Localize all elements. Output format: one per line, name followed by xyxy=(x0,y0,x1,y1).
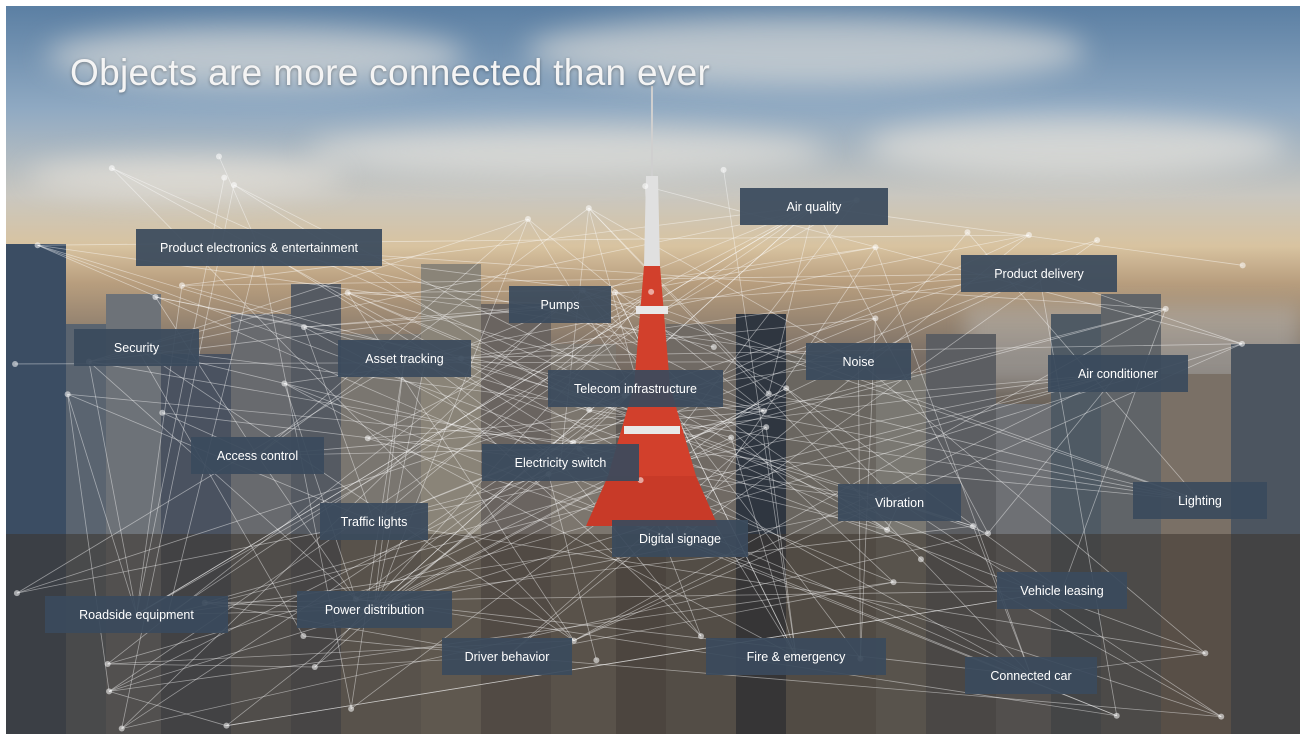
network-node xyxy=(1202,650,1209,657)
network-node xyxy=(985,530,992,537)
network-line xyxy=(88,361,137,615)
slide-title: Objects are more connected than ever xyxy=(70,52,711,93)
network-node xyxy=(300,633,307,640)
network-node xyxy=(760,407,767,414)
network-line xyxy=(1061,308,1167,591)
network-node xyxy=(783,385,790,392)
network-line xyxy=(37,244,974,527)
network-node xyxy=(1239,340,1246,347)
network-node xyxy=(13,590,20,597)
network-node xyxy=(763,424,770,431)
network-node xyxy=(12,360,19,367)
network-node xyxy=(108,165,115,172)
label-fire-emergency: Fire & emergency xyxy=(706,638,886,675)
network-line xyxy=(204,479,641,604)
label-air-quality: Air quality xyxy=(740,188,888,225)
network-node xyxy=(872,244,879,251)
network-node xyxy=(720,166,727,173)
network-node xyxy=(178,282,185,289)
network-line xyxy=(374,473,549,610)
network-node xyxy=(34,242,41,249)
label-traffic-lights: Traffic lights xyxy=(320,503,428,540)
label-roadside-equipment: Roadside equipment xyxy=(45,596,228,633)
network-node xyxy=(642,183,649,190)
label-access-control: Access control xyxy=(191,437,324,474)
network-node xyxy=(221,174,228,181)
network-node xyxy=(311,664,318,671)
network-node xyxy=(586,406,593,413)
label-lighting: Lighting xyxy=(1133,482,1267,519)
network-node xyxy=(612,289,619,296)
network-node xyxy=(281,380,288,387)
label-digital-signage: Digital signage xyxy=(612,520,748,557)
network-line xyxy=(588,207,769,394)
label-telecom-infrastructure: Telecom infrastructure xyxy=(548,370,723,407)
label-security: Security xyxy=(74,329,199,366)
network-node xyxy=(104,660,111,667)
network-node xyxy=(593,657,600,664)
network-line xyxy=(107,663,315,668)
label-power-distribution: Power distribution xyxy=(297,591,452,628)
network-line xyxy=(373,206,815,608)
label-product-delivery: Product delivery xyxy=(961,255,1117,292)
network-node xyxy=(710,343,717,350)
network-node xyxy=(524,216,531,223)
network-node xyxy=(215,153,222,160)
network-node xyxy=(152,294,159,301)
network-node xyxy=(106,688,113,695)
label-product-electronics: Product electronics & entertainment xyxy=(136,229,382,266)
label-vibration: Vibration xyxy=(838,484,961,521)
network-node xyxy=(223,722,230,729)
network-node xyxy=(872,315,879,322)
network-node xyxy=(964,229,971,236)
network-line xyxy=(67,394,137,615)
network-line xyxy=(155,296,305,328)
network-line xyxy=(88,361,357,600)
network-node xyxy=(348,705,355,712)
network-node xyxy=(765,390,772,397)
network-node xyxy=(1113,712,1120,719)
label-air-conditioner: Air conditioner xyxy=(1048,355,1188,392)
label-connected-car: Connected car xyxy=(965,657,1097,694)
network-line xyxy=(373,387,787,608)
network-node xyxy=(884,526,891,533)
label-asset-tracking: Asset tracking xyxy=(338,340,471,377)
network-node xyxy=(344,289,351,296)
network-node xyxy=(890,579,897,586)
network-node xyxy=(1025,231,1032,238)
network-node xyxy=(1239,262,1246,269)
network-node xyxy=(64,391,71,398)
network-node xyxy=(364,435,371,442)
label-electricity-switch: Electricity switch xyxy=(482,444,639,481)
network-node xyxy=(970,523,977,530)
network-node xyxy=(118,725,125,732)
network-line xyxy=(67,394,110,692)
network-node xyxy=(1094,237,1101,244)
network-node xyxy=(1218,713,1225,720)
label-pumps: Pumps xyxy=(509,286,611,323)
network-node xyxy=(698,633,705,640)
city-network-slide: Objects are more connected than ever Pro… xyxy=(6,6,1300,734)
network-line xyxy=(121,532,989,729)
network-node xyxy=(159,409,166,416)
network-node xyxy=(231,181,238,188)
network-node xyxy=(728,434,735,441)
network-node xyxy=(1162,305,1169,312)
network-node xyxy=(301,324,308,331)
label-driver-behavior: Driver behavior xyxy=(442,638,572,675)
label-noise: Noise xyxy=(806,343,911,380)
network-node xyxy=(585,205,592,212)
network-node xyxy=(648,288,655,295)
network-node xyxy=(917,556,924,563)
label-vehicle-leasing: Vehicle leasing xyxy=(997,572,1127,609)
network-line xyxy=(645,185,1243,345)
